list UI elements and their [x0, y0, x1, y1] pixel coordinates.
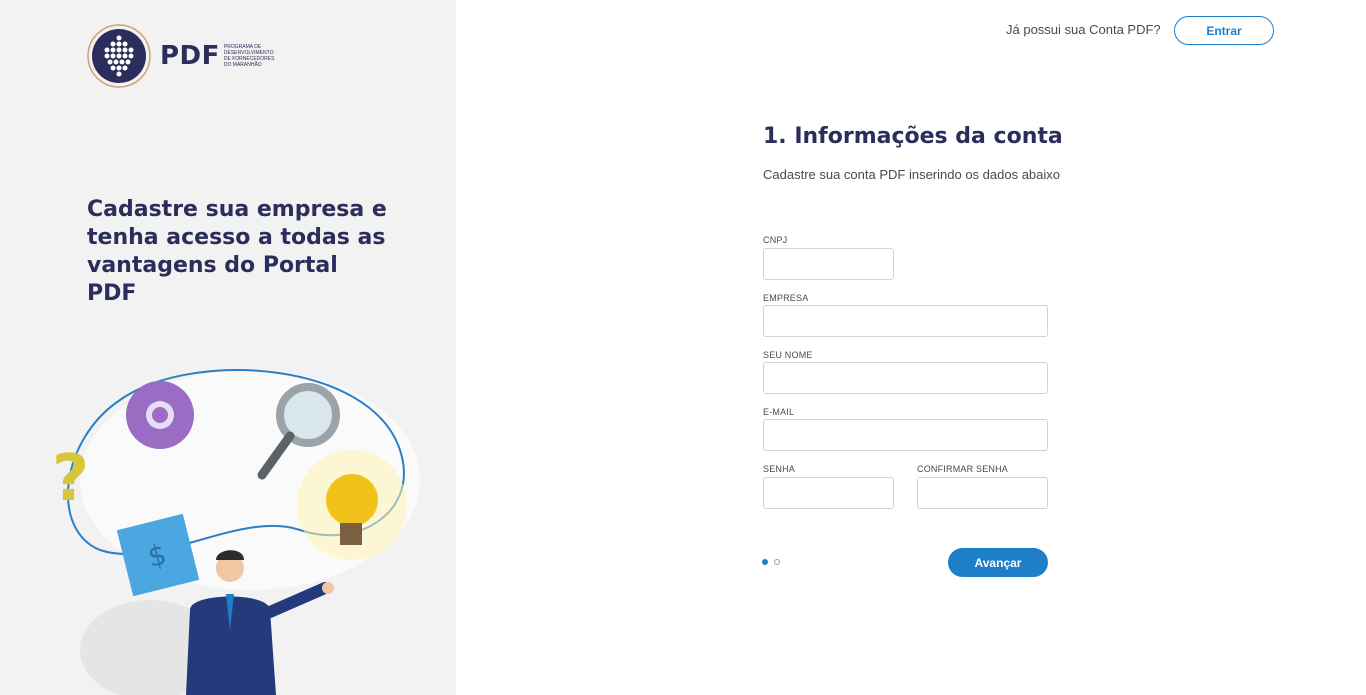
- confirmar-senha-input[interactable]: [917, 477, 1048, 509]
- nome-label: SEU NOME: [763, 350, 813, 360]
- email-input[interactable]: [763, 419, 1048, 451]
- empresa-label: EMPRESA: [763, 293, 809, 303]
- logo-text: PDF: [160, 41, 220, 71]
- page-tagline: Cadastre sua empresa e tenha acesso a to…: [87, 197, 387, 306]
- senha-input[interactable]: [763, 477, 894, 509]
- business-illustration: ? $: [52, 369, 420, 695]
- pdf-emblem-icon: [87, 24, 151, 88]
- question-mark-icon: ?: [52, 442, 89, 516]
- left-panel: PDF Programa de Desenvolvimento de Forne…: [0, 0, 456, 695]
- senha-label: SENHA: [763, 464, 796, 474]
- email-label: E-MAIL: [763, 407, 795, 417]
- logo-subtitle: Programa de Desenvolvimento de Fornecedo…: [223, 44, 275, 68]
- step-indicator: [762, 559, 780, 565]
- gear-icon: [126, 381, 194, 449]
- login-button[interactable]: Entrar: [1174, 16, 1274, 45]
- has-account-question: Já possui sua Conta PDF?: [1006, 22, 1161, 37]
- cnpj-input[interactable]: [763, 248, 894, 280]
- confirmar-senha-label: CONFIRMAR SENHA: [917, 464, 1009, 474]
- form-title: 1. Informações da conta: [763, 124, 1063, 149]
- step-dot-2[interactable]: [774, 559, 780, 565]
- lightbulb-icon: [297, 450, 407, 560]
- empresa-input[interactable]: [763, 305, 1048, 337]
- next-button[interactable]: Avançar: [948, 548, 1048, 577]
- brand-logo[interactable]: PDF Programa de Desenvolvimento de Forne…: [86, 24, 280, 88]
- cnpj-label: CNPJ: [763, 235, 788, 245]
- form-subtitle: Cadastre sua conta PDF inserindo os dado…: [763, 167, 1061, 182]
- step-dot-1[interactable]: [762, 559, 768, 565]
- nome-input[interactable]: [763, 362, 1048, 394]
